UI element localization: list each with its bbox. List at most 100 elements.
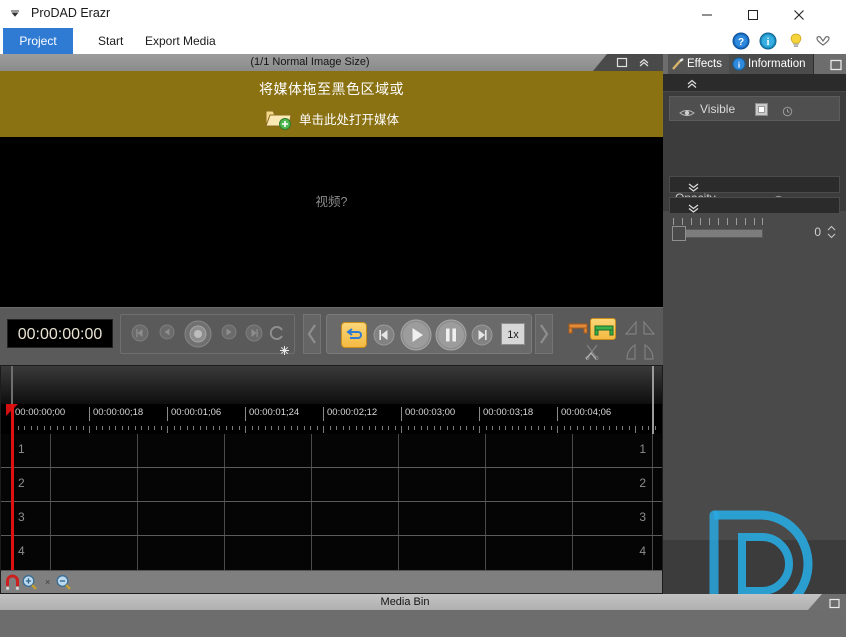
mark-out-icon[interactable] xyxy=(590,318,616,340)
visible-label: Visible xyxy=(700,102,736,116)
transport-bar: 00:00:00:00 1x xyxy=(0,307,663,365)
tab-effects[interactable]: Effects xyxy=(668,54,730,74)
preview-black-canvas[interactable]: 视频? xyxy=(0,137,663,307)
help-question-icon[interactable]: ? xyxy=(732,32,750,50)
table-row[interactable]: 2 2 xyxy=(1,468,662,502)
ruler-tick-label: 00:00:01;24 xyxy=(245,407,299,421)
ruler-tick-label: 00:00:03;18 xyxy=(479,407,533,421)
dropzone-open-media-row[interactable]: 单击此处打开媒体 xyxy=(0,106,663,130)
preview-placeholder-text: 视频? xyxy=(315,195,348,209)
preview-header-title: (1/1 Normal Image Size) xyxy=(250,56,370,68)
play-icon[interactable] xyxy=(400,319,432,356)
playhead-line[interactable] xyxy=(11,404,14,570)
timeline-end-marker xyxy=(652,366,654,404)
loop-playback-icon[interactable] xyxy=(341,322,367,348)
step-backward-icon[interactable] xyxy=(159,324,175,345)
media-bin-maximize-icon[interactable] xyxy=(828,596,841,609)
snowflake-icon[interactable] xyxy=(280,342,289,355)
crop-left-icon[interactable] xyxy=(624,343,638,365)
caret-up-icon[interactable] xyxy=(584,348,598,366)
double-chevron-down-icon[interactable] xyxy=(687,180,700,192)
chevron-right-icon[interactable] xyxy=(535,314,553,354)
media-bin-header-notch xyxy=(808,594,822,610)
ruler-tick-label: 00:00:01;06 xyxy=(167,407,221,421)
opacity-slider-track[interactable] xyxy=(673,229,763,238)
timeline-scrub-area[interactable] xyxy=(1,366,662,404)
track-number-left: 1 xyxy=(18,442,25,456)
pause-icon[interactable] xyxy=(435,319,467,356)
collapsed-section-2[interactable] xyxy=(669,197,840,214)
marker-controls-group xyxy=(566,318,658,362)
main-work-area: (1/1 Normal Image Size) 将媒体拖至黑色区域或 单击此处打… xyxy=(0,54,846,637)
menu-item-start[interactable]: Start xyxy=(88,28,133,54)
tab-information[interactable]: i Information xyxy=(729,54,814,74)
record-controls-group xyxy=(120,314,295,355)
right-dock-panel: Effects i Information Visible 0 xyxy=(663,54,846,540)
collapsed-section-1[interactable] xyxy=(669,176,840,193)
preview-collapse-double-chevron-up-icon[interactable] xyxy=(637,56,651,69)
double-chevron-down-icon[interactable] xyxy=(687,201,700,213)
playhead-scrub-line xyxy=(11,366,13,404)
preview-header-buttons xyxy=(607,54,663,71)
track-number-right: 2 xyxy=(639,476,646,490)
keyframe-clock-icon[interactable] xyxy=(782,104,793,117)
folder-add-icon xyxy=(264,106,294,130)
preview-maximize-icon[interactable] xyxy=(615,56,629,69)
skip-to-start-icon[interactable] xyxy=(373,324,395,351)
caret-down-icon[interactable] xyxy=(8,7,22,21)
dropzone-instruction-line1: 将媒体拖至黑色区域或 xyxy=(259,81,404,97)
table-row[interactable]: 3 3 xyxy=(1,502,662,536)
trim-right-icon[interactable] xyxy=(642,320,656,341)
right-dock-maximize-icon[interactable] xyxy=(829,58,843,71)
media-bin-title: Media Bin xyxy=(380,596,430,608)
timeline-ruler[interactable]: 00:00:00;00 00:00:00;18 00:00:01;06 00:0… xyxy=(1,404,662,472)
visible-checkbox[interactable] xyxy=(755,103,768,116)
menu-item-export-media[interactable]: Export Media xyxy=(135,28,226,54)
track-number-right: 4 xyxy=(639,544,646,558)
lightbulb-tip-icon[interactable] xyxy=(787,32,805,50)
preview-panel: (1/1 Normal Image Size) 将媒体拖至黑色区域或 单击此处打… xyxy=(0,54,663,307)
media-dropzone[interactable]: 将媒体拖至黑色区域或 单击此处打开媒体 xyxy=(0,71,663,137)
property-row-opacity: Opacity 0 xyxy=(663,126,846,241)
minimize-button[interactable] xyxy=(684,0,730,28)
timeline-panel: 00:00:00;00 00:00:00;18 00:00:01;06 00:0… xyxy=(0,365,663,594)
zoom-out-icon[interactable] xyxy=(55,574,72,591)
timecode-display[interactable]: 00:00:00:00 xyxy=(7,319,113,348)
maximize-button[interactable] xyxy=(730,0,776,28)
media-bin-header-buttons xyxy=(822,594,846,610)
skip-to-start-icon[interactable] xyxy=(131,324,149,347)
menu-item-project[interactable]: Project xyxy=(3,28,73,54)
ruler-tick-label: 00:00:04;06 xyxy=(557,407,611,421)
opacity-slider-thumb[interactable] xyxy=(672,226,686,241)
playback-speed-button[interactable]: 1x xyxy=(501,323,525,345)
ruler-tick-label: 00:00:00;00 xyxy=(11,407,65,421)
step-forward-icon[interactable] xyxy=(221,324,237,345)
media-bin-body[interactable] xyxy=(0,610,846,637)
ruler-tick-label: 00:00:00;18 xyxy=(89,407,143,421)
favorite-heart-icon[interactable] xyxy=(814,32,832,50)
crop-right-icon[interactable] xyxy=(642,343,656,365)
table-row[interactable]: 4 4 xyxy=(1,536,662,570)
timeline-tracks[interactable]: 1 1 2 2 3 3 4 4 xyxy=(1,434,662,570)
close-button[interactable] xyxy=(776,0,822,28)
table-row[interactable]: 1 1 xyxy=(1,434,662,468)
trim-left-icon[interactable] xyxy=(624,320,638,341)
track-number-left: 3 xyxy=(18,510,25,524)
chevron-left-icon[interactable] xyxy=(303,314,321,354)
spinner-updown-icon[interactable] xyxy=(827,225,836,239)
snap-magnet-icon[interactable] xyxy=(4,574,21,591)
opacity-value[interactable]: 0 xyxy=(803,225,821,239)
zoom-in-icon[interactable] xyxy=(21,574,38,591)
skip-to-end-icon[interactable] xyxy=(471,324,493,351)
double-chevron-up-icon[interactable] xyxy=(685,77,699,89)
record-icon[interactable] xyxy=(183,319,213,354)
property-row-visible[interactable]: Visible xyxy=(669,96,840,121)
right-dock-collapse-bar[interactable] xyxy=(663,74,846,92)
track-number-right: 3 xyxy=(639,510,646,524)
help-icon-group: ? i xyxy=(727,32,832,50)
mark-in-icon[interactable] xyxy=(568,321,588,340)
skip-to-end-icon[interactable] xyxy=(245,324,263,347)
information-icon[interactable]: i xyxy=(759,32,777,50)
ruler-minor-ticks xyxy=(1,426,662,433)
svg-text:i: i xyxy=(767,37,770,48)
